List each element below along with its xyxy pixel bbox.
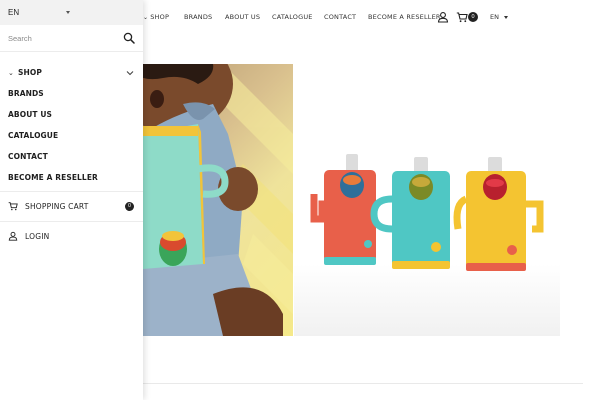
- cart-icon[interactable]: [456, 11, 468, 23]
- nav-catalogue[interactable]: CATALOGUE: [272, 13, 313, 21]
- drawer-language-selector[interactable]: EN: [0, 0, 143, 25]
- hero-image-child: [143, 64, 293, 336]
- divider: [0, 221, 143, 222]
- drawer-menu-contact[interactable]: CONTACT: [8, 152, 48, 161]
- drawer-menu-become-reseller[interactable]: BECOME A RESELLER: [8, 173, 98, 182]
- drawer-menu-catalogue[interactable]: CATALOGUE: [8, 131, 58, 140]
- user-icon: [8, 231, 18, 241]
- expand-chevron-icon[interactable]: [126, 70, 134, 76]
- hero-image-products: [294, 64, 560, 336]
- mobile-menu-drawer: EN ⌄SHOP BRANDS ABOUT US CATALOGUE CONTA…: [0, 0, 143, 400]
- drawer-menu-shop[interactable]: ⌄ SHOP: [8, 68, 42, 77]
- drawer-menu-about-us[interactable]: ABOUT US: [8, 110, 52, 119]
- drawer-cart-count-badge: 0: [125, 202, 134, 211]
- divider: [0, 191, 143, 192]
- drawer-login[interactable]: LOGIN: [25, 232, 49, 241]
- language-code: EN: [8, 8, 20, 17]
- language-selector[interactable]: EN: [490, 13, 508, 21]
- divider: [0, 51, 143, 52]
- caret-down-icon: [66, 11, 70, 14]
- nav-contact[interactable]: CONTACT: [324, 13, 356, 21]
- caret-down-icon: [503, 15, 508, 19]
- nav-brands[interactable]: BRANDS: [184, 13, 212, 21]
- section-divider: [143, 383, 583, 384]
- nav-about-us[interactable]: ABOUT US: [225, 13, 260, 21]
- user-icon[interactable]: [437, 11, 449, 23]
- search-input[interactable]: [8, 31, 120, 45]
- cart-icon: [8, 202, 18, 211]
- drawer-shopping-cart[interactable]: SHOPPING CART: [25, 202, 89, 211]
- drawer-menu-brands[interactable]: BRANDS: [8, 89, 44, 98]
- nav-shop[interactable]: ⌄ SHOP: [143, 13, 169, 21]
- chevron-down-icon: ⌄: [8, 69, 14, 77]
- chevron-down-icon: ⌄: [143, 14, 149, 21]
- nav-become-reseller[interactable]: BECOME A RESELLER: [368, 13, 441, 21]
- search-icon[interactable]: [123, 32, 135, 44]
- cart-count-badge: 0: [468, 12, 478, 22]
